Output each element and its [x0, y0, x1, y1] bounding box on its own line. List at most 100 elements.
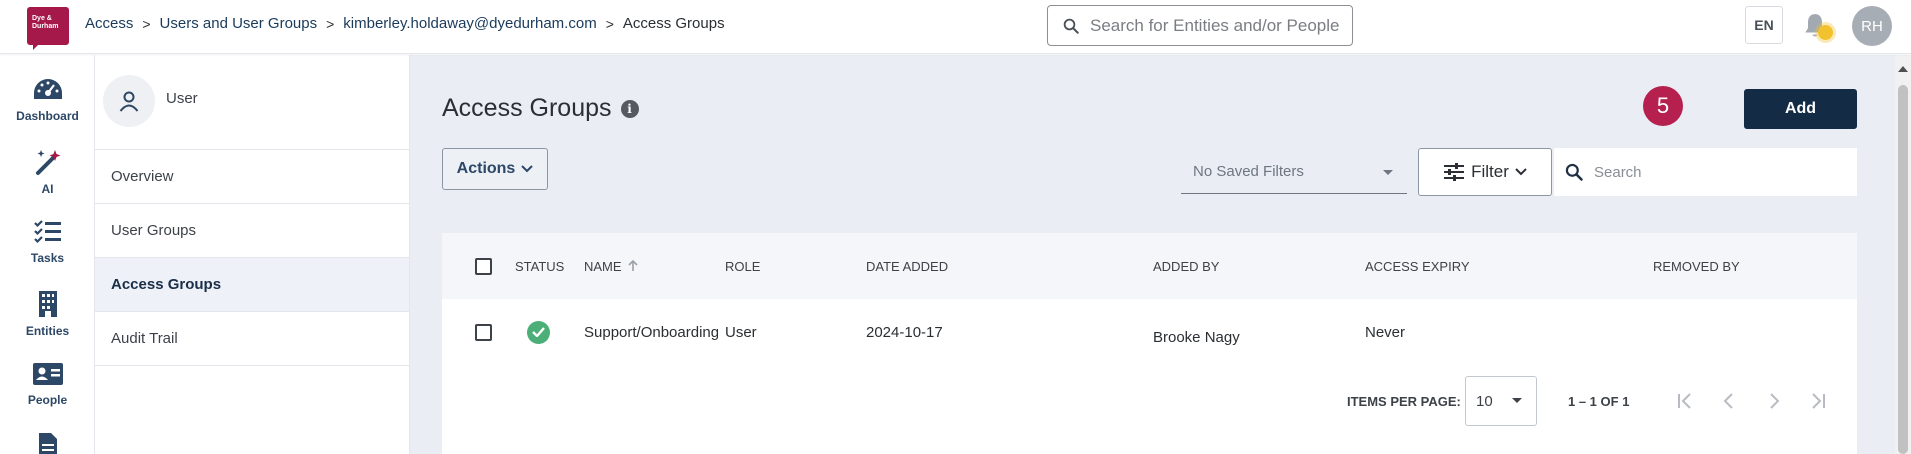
items-per-page-value: 10: [1476, 393, 1493, 410]
page-title-text: Access Groups: [442, 94, 612, 122]
status-cell: [527, 299, 550, 365]
add-button[interactable]: Add: [1744, 89, 1857, 129]
table-row[interactable]: Support/Onboarding User 2024-10-17 Brook…: [442, 299, 1857, 365]
chevron-right-icon: [1770, 393, 1780, 409]
document-icon: [38, 433, 57, 454]
access-expiry-cell: Never: [1365, 323, 1406, 341]
dropdown-caret-icon: [1512, 398, 1522, 403]
chevron-left-icon: [1723, 393, 1733, 409]
rail-item-entities[interactable]: Entities: [0, 290, 95, 338]
user-avatar[interactable]: RH: [1852, 6, 1892, 46]
actions-label: Actions: [456, 160, 516, 177]
dropdown-caret-icon: [1383, 170, 1393, 175]
table-search-box[interactable]: [1554, 148, 1857, 196]
select-all-cell: [475, 233, 492, 299]
top-header: Dye & Durham Access > Users and User Grou…: [0, 0, 1911, 54]
id-card-icon: [32, 363, 63, 385]
brand-logo[interactable]: Dye & Durham: [27, 7, 69, 50]
role-cell: User: [725, 323, 757, 341]
building-icon: [38, 291, 57, 317]
added-by-cell: Brooke Nagy: [1153, 328, 1240, 346]
person-icon: [119, 91, 139, 112]
subnav-item-user-groups[interactable]: User Groups: [95, 204, 409, 258]
notification-indicator: [1818, 25, 1833, 40]
user-avatar-placeholder: [103, 75, 155, 127]
magic-wand-icon: [35, 150, 60, 175]
step-badge: 5: [1643, 86, 1683, 126]
access-groups-table: STATUS NAME ROLE DATE ADDED ADDED BY ACC…: [442, 233, 1857, 454]
rail-item-documents[interactable]: [0, 432, 95, 454]
column-header-removed-by[interactable]: REMOVED BY: [1653, 233, 1740, 299]
paginator: ITEMS PER PAGE: 10 1 – 1 OF 1: [442, 365, 1857, 435]
saved-filters-value: No Saved Filters: [1193, 163, 1304, 180]
checklist-icon: [33, 220, 61, 244]
page-title: Access Groups i: [442, 94, 639, 123]
filter-label: Filter: [1471, 162, 1509, 181]
column-header-role[interactable]: ROLE: [725, 233, 760, 299]
row-select-cell: [475, 299, 492, 365]
breadcrumb: Access > Users and User Groups > kimberl…: [85, 15, 725, 32]
language-selector[interactable]: EN: [1745, 6, 1783, 44]
user-type-label: User: [166, 90, 198, 107]
breadcrumb-access[interactable]: Access: [85, 15, 133, 32]
actions-dropdown-button[interactable]: Actions: [442, 148, 548, 190]
breadcrumb-separator: >: [605, 15, 614, 32]
breadcrumb-user-email[interactable]: kimberley.holdaway@dyedurham.com: [343, 15, 596, 32]
table-search-input[interactable]: [1594, 163, 1844, 181]
main-content: Access Groups i 5 Add Actions No Saved F…: [410, 55, 1895, 454]
page-range-label: 1 – 1 OF 1: [1568, 394, 1630, 409]
rail-item-dashboard[interactable]: Dashboard: [0, 77, 95, 123]
vertical-scrollbar[interactable]: [1895, 55, 1911, 454]
items-per-page-select[interactable]: 10: [1465, 376, 1537, 426]
column-header-name[interactable]: NAME: [584, 233, 638, 299]
breadcrumb-users-and-user-groups[interactable]: Users and User Groups: [160, 15, 318, 32]
rail-item-ai[interactable]: AI: [0, 148, 95, 196]
first-page-button[interactable]: [1674, 389, 1698, 413]
search-icon: [1063, 18, 1079, 34]
rail-item-label: Dashboard: [16, 109, 79, 123]
saved-filters-select[interactable]: No Saved Filters: [1181, 150, 1407, 194]
subnav-item-audit-trail[interactable]: Audit Trail: [95, 312, 409, 366]
column-header-date-added[interactable]: DATE ADDED: [866, 233, 948, 299]
scroll-up-arrow-icon[interactable]: [1898, 66, 1908, 72]
first-page-icon: [1678, 393, 1691, 409]
rail-item-label: Tasks: [30, 251, 65, 265]
last-page-icon: [1812, 393, 1825, 409]
column-header-status[interactable]: STATUS: [515, 233, 564, 299]
date-added-cell: 2024-10-17: [866, 323, 943, 341]
next-page-button[interactable]: [1762, 389, 1786, 413]
user-subnav: User Overview User Groups Access Groups …: [95, 55, 410, 454]
name-cell[interactable]: Support/Onboarding: [584, 299, 718, 365]
breadcrumb-separator: >: [142, 15, 151, 32]
rail-item-tasks[interactable]: Tasks: [0, 219, 95, 265]
info-icon[interactable]: i: [620, 99, 639, 118]
global-search-input[interactable]: [1090, 15, 1340, 36]
chevron-down-icon: [521, 165, 534, 173]
sort-ascending-icon: [627, 260, 638, 271]
subnav-item-overview[interactable]: Overview: [95, 150, 409, 204]
last-page-button[interactable]: [1805, 389, 1829, 413]
column-header-added-by[interactable]: ADDED BY: [1153, 233, 1219, 299]
subnav-item-access-groups[interactable]: Access Groups: [95, 258, 409, 312]
items-per-page-label: ITEMS PER PAGE:: [1347, 394, 1461, 409]
breadcrumb-current: Access Groups: [622, 15, 725, 32]
column-header-name-label: NAME: [584, 258, 622, 274]
dashboard-gauge-icon: [33, 79, 62, 99]
search-icon: [1565, 163, 1583, 181]
global-search-box[interactable]: [1047, 5, 1353, 46]
sliders-icon: [1444, 163, 1465, 181]
rail-item-label: People: [27, 393, 68, 407]
status-active-icon: [527, 320, 550, 344]
scrollbar-thumb[interactable]: [1898, 85, 1908, 454]
filter-button[interactable]: Filter: [1418, 148, 1552, 196]
column-header-access-expiry[interactable]: ACCESS EXPIRY: [1365, 233, 1470, 299]
previous-page-button[interactable]: [1717, 389, 1741, 413]
breadcrumb-separator: >: [326, 15, 335, 32]
table-header-row: STATUS NAME ROLE DATE ADDED ADDED BY ACC…: [442, 233, 1857, 299]
left-rail-nav: Dashboard AI Tasks Entities People: [0, 55, 95, 454]
check-icon: [532, 327, 545, 337]
rail-item-people[interactable]: People: [0, 361, 95, 407]
select-all-checkbox[interactable]: [475, 257, 492, 275]
rail-item-label: AI: [41, 182, 54, 196]
row-checkbox[interactable]: [475, 323, 492, 341]
